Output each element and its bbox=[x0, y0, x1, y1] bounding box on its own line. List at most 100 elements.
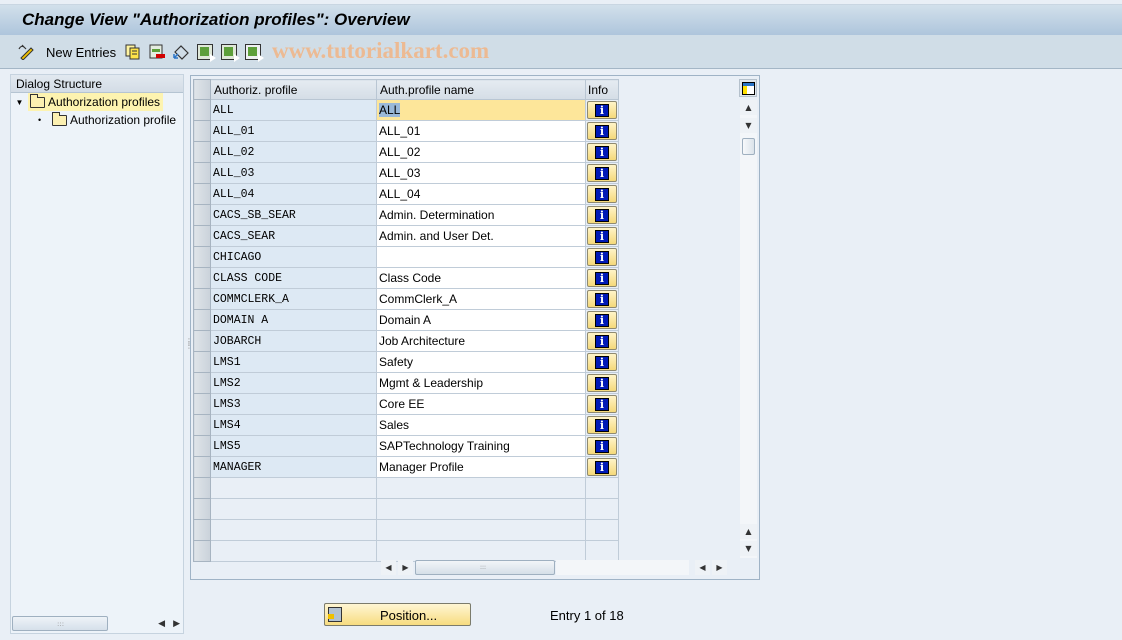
scroll-left-end-icon[interactable]: ◀ bbox=[695, 560, 710, 575]
profile-name-input[interactable] bbox=[376, 246, 586, 268]
row-selector[interactable] bbox=[193, 435, 211, 457]
row-selector[interactable] bbox=[193, 519, 211, 541]
delete-button[interactable] bbox=[149, 43, 166, 61]
info-button[interactable]: i bbox=[587, 164, 617, 182]
info-button[interactable]: i bbox=[587, 101, 617, 119]
scroll-right-icon[interactable]: ▶ bbox=[398, 560, 413, 575]
display-change-button[interactable] bbox=[18, 43, 36, 61]
scroll-down-icon[interactable]: ▼ bbox=[740, 118, 757, 133]
copy-as-button[interactable] bbox=[125, 43, 141, 61]
profile-name-input[interactable]: Class Code bbox=[376, 267, 586, 289]
row-selector[interactable] bbox=[193, 162, 211, 184]
info-icon: i bbox=[595, 292, 609, 306]
row-selector[interactable] bbox=[193, 309, 211, 331]
vertical-scroll-thumb[interactable] bbox=[742, 138, 755, 155]
profile-name-input[interactable]: ALL_01 bbox=[376, 120, 586, 142]
row-selector[interactable] bbox=[193, 99, 211, 121]
row-selector[interactable] bbox=[193, 204, 211, 226]
profile-cell: ALL bbox=[210, 99, 377, 121]
profile-name-input[interactable]: SAPTechnology Training bbox=[376, 435, 586, 457]
row-selector[interactable] bbox=[193, 120, 211, 142]
row-selector[interactable] bbox=[193, 414, 211, 436]
info-button[interactable]: i bbox=[587, 206, 617, 224]
info-button[interactable]: i bbox=[587, 353, 617, 371]
profile-name-input[interactable]: ALL bbox=[376, 99, 586, 121]
info-button[interactable]: i bbox=[587, 143, 617, 161]
info-button[interactable]: i bbox=[587, 416, 617, 434]
profile-name-input[interactable]: ALL_03 bbox=[376, 162, 586, 184]
page-down-icon[interactable]: ▼ bbox=[740, 541, 757, 556]
info-button[interactable]: i bbox=[587, 269, 617, 287]
profile-name-input[interactable]: Admin. and User Det. bbox=[376, 225, 586, 247]
expand-arrow-icon[interactable]: ▼ bbox=[11, 98, 28, 107]
scroll-left-icon[interactable]: ◀ bbox=[381, 560, 396, 575]
profile-name-input[interactable]: Job Architecture bbox=[376, 330, 586, 352]
profile-name-input[interactable] bbox=[376, 498, 586, 520]
select-all-rows-button[interactable] bbox=[193, 79, 211, 100]
info-button[interactable]: i bbox=[587, 248, 617, 266]
deselect-all-button[interactable] bbox=[245, 43, 264, 62]
info-button[interactable]: i bbox=[587, 374, 617, 392]
scroll-right-end-icon[interactable]: ▶ bbox=[712, 560, 727, 575]
profile-name-input[interactable]: ALL_02 bbox=[376, 141, 586, 163]
panel-splitter[interactable]: ⋮ ⋮ bbox=[185, 338, 193, 362]
new-entries-button[interactable]: New Entries bbox=[46, 43, 116, 61]
info-button[interactable]: i bbox=[587, 227, 617, 245]
column-header-info[interactable]: Info bbox=[585, 79, 619, 100]
scroll-left-icon[interactable]: ◀ bbox=[158, 619, 165, 629]
tree-item-authorization-profiles[interactable]: ▼ Authorization profiles bbox=[11, 93, 183, 111]
profile-name-input[interactable]: Manager Profile bbox=[376, 456, 586, 478]
info-icon: i bbox=[595, 124, 609, 138]
info-button[interactable]: i bbox=[587, 122, 617, 140]
horizontal-scroll-thumb[interactable]: ::: bbox=[415, 560, 555, 575]
row-selector[interactable] bbox=[193, 477, 211, 499]
scroll-up-icon[interactable]: ▲ bbox=[740, 100, 757, 115]
info-button[interactable]: i bbox=[587, 185, 617, 203]
table-settings-button[interactable] bbox=[739, 79, 757, 97]
profile-name-input[interactable] bbox=[376, 519, 586, 541]
profile-name-input[interactable]: Mgmt & Leadership bbox=[376, 372, 586, 394]
info-button[interactable]: i bbox=[587, 437, 617, 455]
select-block-button[interactable] bbox=[221, 43, 240, 62]
row-selector[interactable] bbox=[193, 225, 211, 247]
row-selector[interactable] bbox=[193, 330, 211, 352]
tree-item-authorization-profile[interactable]: • Authorization profile bbox=[11, 111, 183, 129]
row-selector[interactable] bbox=[193, 183, 211, 205]
profile-name-input[interactable]: Domain A bbox=[376, 309, 586, 331]
profile-cell bbox=[210, 519, 377, 541]
profile-name-input[interactable]: CommClerk_A bbox=[376, 288, 586, 310]
row-selector[interactable] bbox=[193, 393, 211, 415]
row-selector[interactable] bbox=[193, 267, 211, 289]
info-button[interactable]: i bbox=[587, 332, 617, 350]
horizontal-scrollbar[interactable]: ◀ ▶ ::: ◀ ▶ bbox=[374, 559, 740, 576]
row-selector[interactable] bbox=[193, 288, 211, 310]
row-selector[interactable] bbox=[193, 141, 211, 163]
profile-name-input[interactable]: Safety bbox=[376, 351, 586, 373]
info-button[interactable]: i bbox=[587, 311, 617, 329]
column-header-name[interactable]: Auth.profile name bbox=[376, 79, 586, 100]
row-selector[interactable] bbox=[193, 372, 211, 394]
page-up-icon[interactable]: ▲ bbox=[740, 524, 757, 539]
tree-horizontal-scroll-thumb[interactable]: ::: bbox=[12, 616, 108, 631]
info-button[interactable]: i bbox=[587, 395, 617, 413]
info-button[interactable]: i bbox=[587, 290, 617, 308]
vertical-scrollbar[interactable]: ▲ ▼ ▲ ▼ bbox=[740, 100, 757, 558]
profile-name-input[interactable] bbox=[376, 477, 586, 499]
info-cell: i bbox=[585, 162, 619, 184]
row-selector[interactable] bbox=[193, 498, 211, 520]
row-selector[interactable] bbox=[193, 540, 211, 562]
profile-name-input[interactable]: Admin. Determination bbox=[376, 204, 586, 226]
scroll-right-icon[interactable]: ▶ bbox=[173, 619, 180, 629]
column-header-profile[interactable]: Authoriz. profile bbox=[210, 79, 377, 100]
row-selector[interactable] bbox=[193, 456, 211, 478]
select-all-button[interactable] bbox=[197, 43, 216, 62]
position-button[interactable]: Position... bbox=[324, 603, 471, 626]
info-button[interactable]: i bbox=[587, 458, 617, 476]
row-selector[interactable] bbox=[193, 351, 211, 373]
undo-change-button[interactable] bbox=[173, 43, 191, 61]
profile-name-input[interactable]: Sales bbox=[376, 414, 586, 436]
row-selector[interactable] bbox=[193, 246, 211, 268]
profile-cell: LMS2 bbox=[210, 372, 377, 394]
profile-name-input[interactable]: ALL_04 bbox=[376, 183, 586, 205]
profile-name-input[interactable]: Core EE bbox=[376, 393, 586, 415]
